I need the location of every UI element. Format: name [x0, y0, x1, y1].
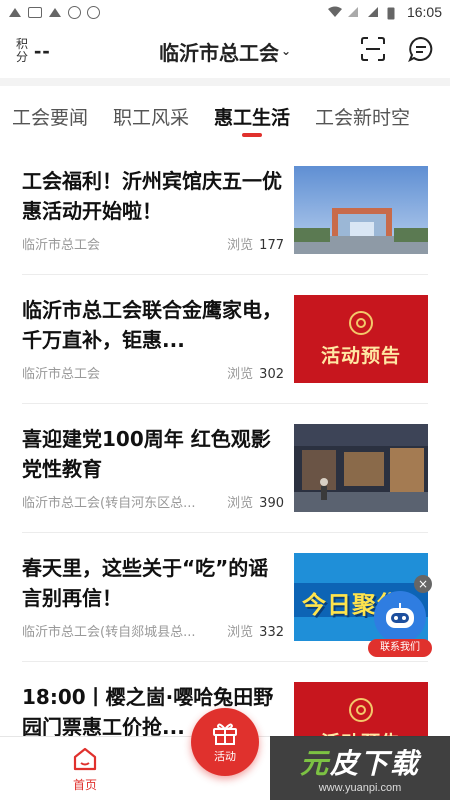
- article-source: 临沂市总工会(转自郯城县总...: [22, 625, 196, 640]
- watermark: 元皮下载 www.yuanpi.com: [270, 736, 450, 800]
- signal-icon: [347, 6, 361, 18]
- notification-icon: [8, 6, 22, 18]
- scan-icon[interactable]: [360, 36, 386, 66]
- article-source: 临沂市总工会: [22, 238, 101, 253]
- views-label: 浏览: [227, 496, 254, 511]
- watermark-text-a: 元: [299, 747, 330, 780]
- views-count: 390: [259, 496, 284, 511]
- article-title: 喜迎建党100周年 红色观影党性教育: [22, 427, 271, 481]
- tab-news[interactable]: 工会要闻: [12, 86, 88, 146]
- union-emblem-icon: [349, 697, 373, 722]
- city-name: 临沂市总工会: [158, 40, 279, 65]
- points-value: --: [34, 38, 51, 63]
- article-title: 春天里，这些关于“吃”的谣言别再信！: [22, 556, 269, 610]
- thumbnail-caption: 活动预告: [320, 344, 401, 367]
- article-title: 工会福利！沂州宾馆庆五一优惠活动开始啦！: [22, 169, 282, 223]
- minus-circle-icon: [87, 5, 100, 19]
- list-item[interactable]: 临沂市总工会联合金鹰家电，千万直补，钜惠... 临沂市总工会 浏览 302 活动预…: [22, 275, 428, 404]
- article-list: 工会福利！沂州宾馆庆五一优惠活动开始啦！ 临沂市总工会 浏览 177 临沂市总工会…: [0, 146, 450, 791]
- views-count: 177: [259, 238, 284, 253]
- points-label: 积分: [16, 37, 29, 64]
- status-bar: 16:05: [0, 0, 450, 24]
- close-icon[interactable]: ×: [414, 575, 432, 593]
- wifi-icon: [327, 6, 342, 18]
- message-icon[interactable]: [408, 36, 434, 66]
- article-thumbnail-exhibition: [294, 424, 428, 512]
- activity-label: 活动: [214, 750, 236, 763]
- article-source: 临沂市总工会(转自河东区总...: [22, 496, 196, 511]
- article-thumbnail-activity: 活动预告: [294, 295, 428, 383]
- contact-assistant[interactable]: × 联系我们: [368, 575, 432, 659]
- tab-worker-style[interactable]: 职工风采: [113, 86, 189, 146]
- activity-button[interactable]: 活动: [191, 708, 259, 776]
- watermark-url: www.yuanpi.com: [318, 782, 402, 794]
- nav-home[interactable]: 首页: [72, 747, 98, 793]
- points-display[interactable]: 积分 --: [16, 38, 106, 64]
- header-divider: [0, 78, 450, 86]
- watermark-text-b: 皮下载: [330, 747, 421, 780]
- tab-new-era[interactable]: 工会新时空: [315, 86, 410, 146]
- views-label: 浏览: [227, 367, 254, 382]
- views-count: 332: [259, 625, 284, 640]
- city-selector[interactable]: 临沂市总工会 ⌄: [159, 37, 291, 66]
- list-item[interactable]: 工会福利！沂州宾馆庆五一优惠活动开始啦！ 临沂市总工会 浏览 177: [22, 146, 428, 275]
- shield-icon: [68, 5, 81, 19]
- battery-icon: [387, 6, 401, 20]
- union-emblem-icon: [349, 310, 373, 335]
- status-time: 16:05: [406, 4, 442, 20]
- views-label: 浏览: [227, 238, 254, 253]
- contact-us-label: 联系我们: [368, 639, 432, 657]
- sim-card-icon: [28, 6, 42, 18]
- robot-icon: [374, 591, 426, 643]
- views-label: 浏览: [227, 625, 254, 640]
- home-icon: [73, 747, 97, 771]
- article-thumbnail-hotel: [294, 166, 428, 254]
- app-header: 积分 -- 临沂市总工会 ⌄: [0, 24, 450, 78]
- chevron-down-icon: ⌄: [280, 44, 292, 58]
- article-source: 临沂市总工会: [22, 367, 101, 382]
- gift-icon: [213, 723, 237, 745]
- nav-home-label: 首页: [72, 778, 97, 792]
- article-title: 临沂市总工会联合金鹰家电，千万直补，钜惠...: [22, 298, 282, 352]
- tab-benefits-life[interactable]: 惠工生活: [214, 86, 290, 146]
- list-item[interactable]: 喜迎建党100周年 红色观影党性教育 临沂市总工会(转自河东区总... 浏览 39…: [22, 404, 428, 533]
- notification-icon: [48, 6, 62, 18]
- category-tabs: 工会要闻 职工风采 惠工生活 工会新时空: [0, 86, 450, 146]
- signal-icon: [367, 6, 381, 18]
- views-count: 302: [259, 367, 284, 382]
